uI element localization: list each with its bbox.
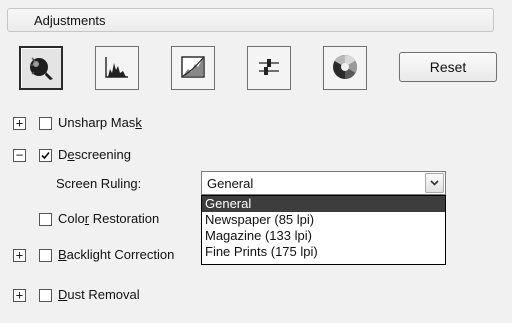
descreening-label[interactable]: Descreening — [58, 147, 131, 162]
adjustments-title: Adjustments — [34, 13, 106, 28]
auto-exposure-icon — [26, 52, 56, 85]
color-restoration-checkbox[interactable] — [39, 213, 52, 226]
unsharp-mask-checkbox[interactable] — [39, 117, 52, 130]
screen-ruling-label: Screen Ruling: — [56, 176, 142, 191]
unsharp-mask-label[interactable]: Unsharp Mask — [58, 115, 142, 130]
auto-exposure-button[interactable] — [19, 46, 63, 90]
histogram-icon — [104, 55, 130, 82]
descreening-expander[interactable]: − — [13, 149, 26, 162]
color-palette-button[interactable] — [323, 46, 367, 90]
checkmark-icon — [41, 151, 50, 160]
screen-ruling-dropdown: General Newspaper (85 lpi) Magazine (133… — [201, 195, 446, 265]
screen-ruling-value: General — [207, 176, 254, 191]
tone-curve-icon — [180, 55, 206, 82]
screen-ruling-select[interactable]: General — [201, 171, 446, 195]
dust-removal-checkbox[interactable] — [39, 289, 52, 302]
dust-removal-label[interactable]: Dust Removal — [58, 287, 140, 302]
sliders-button[interactable] — [247, 46, 291, 90]
option-fine-prints[interactable]: Fine Prints (175 lpi) — [202, 244, 445, 260]
option-general[interactable]: General — [202, 196, 445, 212]
option-newspaper[interactable]: Newspaper (85 lpi) — [202, 212, 445, 228]
backlight-correction-expander[interactable]: + — [13, 249, 26, 262]
adjustments-header: Adjustments — [7, 8, 494, 32]
option-magazine[interactable]: Magazine (133 lpi) — [202, 228, 445, 244]
dust-removal-expander[interactable]: + — [13, 289, 26, 302]
descreening-checkbox[interactable] — [39, 149, 52, 162]
color-restoration-label[interactable]: Color Restoration — [58, 211, 159, 226]
color-palette-icon — [331, 53, 359, 84]
reset-label: Reset — [429, 59, 467, 75]
sliders-icon — [256, 55, 282, 82]
unsharp-mask-expander[interactable]: + — [13, 117, 26, 130]
chevron-down-icon[interactable] — [425, 173, 444, 193]
histogram-button[interactable] — [95, 46, 139, 90]
reset-button[interactable]: Reset — [399, 52, 497, 82]
tone-curve-button[interactable] — [171, 46, 215, 90]
backlight-correction-label[interactable]: Backlight Correction — [58, 247, 174, 262]
backlight-correction-checkbox[interactable] — [39, 249, 52, 262]
